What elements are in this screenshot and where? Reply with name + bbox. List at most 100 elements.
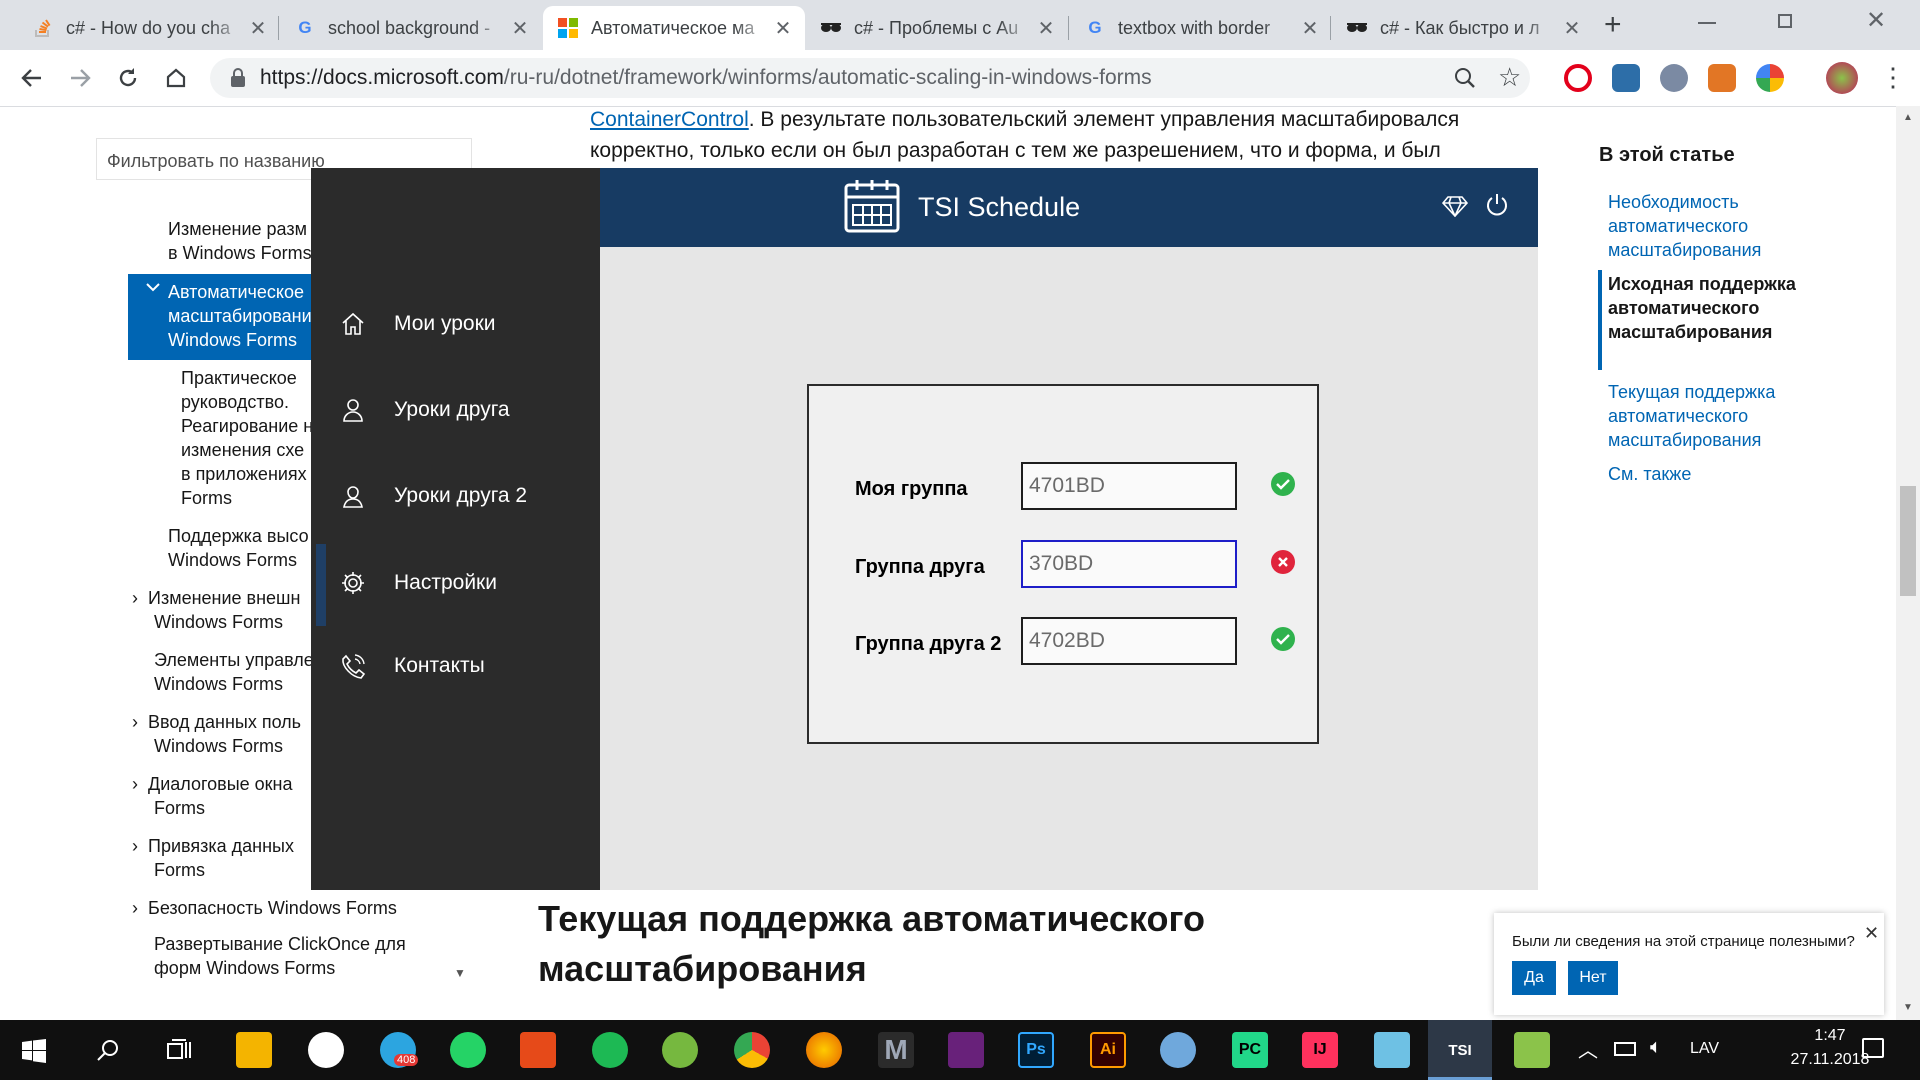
feedback-no-button[interactable]: Нет bbox=[1568, 961, 1618, 995]
page-scrollbar[interactable]: ▲ ▼ bbox=[1896, 106, 1920, 1020]
browser-tab[interactable]: c# - How do you cha ✕ bbox=[18, 6, 280, 50]
chrome-icon[interactable] bbox=[734, 1032, 770, 1068]
friend-group-2-input[interactable]: 4702BD bbox=[1021, 617, 1237, 665]
intellij-icon[interactable]: IJ bbox=[1302, 1032, 1338, 1068]
minimize-button[interactable] bbox=[1698, 22, 1716, 24]
address-bar[interactable]: https://docs.microsoft.com/ru-ru/dotnet/… bbox=[210, 58, 1530, 98]
toc-item[interactable]: › Изменение внешн Windows Forms bbox=[132, 586, 300, 634]
diamond-icon[interactable] bbox=[1442, 195, 1468, 217]
search-icon[interactable] bbox=[96, 1038, 120, 1062]
photoshop-icon[interactable]: Ps bbox=[1018, 1032, 1054, 1068]
menu-item-contacts[interactable]: Контакты bbox=[311, 626, 600, 706]
notes-icon[interactable] bbox=[1374, 1032, 1410, 1068]
toc-item[interactable]: Элементы управле Windows Forms bbox=[154, 648, 314, 696]
person-alt-icon bbox=[338, 481, 368, 511]
telegram-icon[interactable]: 408 bbox=[380, 1032, 419, 1068]
new-tab-button[interactable]: + bbox=[1604, 8, 1622, 42]
volume-icon[interactable]: 🔈︎ bbox=[1650, 1036, 1662, 1059]
browser-tab[interactable]: G school background - ✕ bbox=[280, 6, 542, 50]
home-button[interactable] bbox=[158, 60, 194, 96]
feedback-question: Были ли сведения на этой странице полезн… bbox=[1512, 933, 1855, 950]
zoom-icon[interactable] bbox=[1454, 67, 1476, 89]
whatsapp-icon[interactable] bbox=[450, 1032, 486, 1068]
in-article-link[interactable]: Необходимость автоматического масштабиро… bbox=[1608, 190, 1818, 262]
tsi-schedule-window: Мои уроки Уроки друга Уроки друга 2 Наст… bbox=[311, 168, 1538, 890]
in-article-link[interactable]: См. также bbox=[1608, 462, 1818, 486]
app-icon[interactable] bbox=[1514, 1032, 1550, 1068]
windows-start-icon[interactable] bbox=[22, 1039, 46, 1063]
menu-kebab-icon[interactable]: ⋮ bbox=[1880, 62, 1906, 93]
metamask-icon[interactable] bbox=[1708, 64, 1736, 92]
firefox-icon[interactable] bbox=[806, 1032, 842, 1068]
scroll-up-arrow[interactable]: ▲ bbox=[1903, 112, 1913, 123]
toc-item[interactable]: Развертывание ClickOnce для форм Windows … bbox=[154, 932, 406, 980]
battery-icon[interactable] bbox=[1614, 1042, 1636, 1056]
scroll-down-arrow[interactable]: ▼ bbox=[1903, 1002, 1913, 1013]
browser-tab[interactable]: c# - Проблемы с Au ✕ bbox=[806, 6, 1068, 50]
browser-tab-active[interactable]: Автоматическое ма ✕ bbox=[543, 6, 805, 50]
feedback-yes-button[interactable]: Да bbox=[1512, 961, 1556, 995]
menu-item-label: Контакты bbox=[394, 654, 485, 677]
tsi-taskbar-button[interactable]: TSI bbox=[1428, 1020, 1492, 1080]
in-article-link-active[interactable]: Исходная поддержка автоматического масшт… bbox=[1608, 272, 1818, 344]
ccleaner-icon[interactable] bbox=[520, 1032, 556, 1068]
mendeley-icon[interactable]: M bbox=[878, 1032, 914, 1068]
opera-icon[interactable] bbox=[1564, 64, 1592, 92]
close-tab-icon[interactable]: ✕ bbox=[246, 16, 270, 41]
section-heading: Текущая поддержка автоматического масштаб… bbox=[538, 898, 1205, 989]
scroll-down-arrow[interactable]: ▼ bbox=[454, 966, 466, 980]
browser-tab[interactable]: G textbox with border ✕ bbox=[1070, 6, 1332, 50]
pycharm-icon[interactable]: PC bbox=[1232, 1032, 1268, 1068]
file-explorer-icon[interactable] bbox=[236, 1032, 272, 1068]
lock-icon bbox=[231, 68, 245, 87]
toc-subitem[interactable]: Практическое руководство. Реагирование н из… bbox=[181, 366, 313, 510]
close-tab-icon[interactable]: ✕ bbox=[508, 16, 532, 41]
check-icon bbox=[1271, 627, 1295, 651]
scrollbar-thumb[interactable] bbox=[1900, 486, 1916, 596]
toc-item[interactable]: › Ввод данных поль Windows Forms bbox=[132, 710, 301, 758]
bookmark-star-icon[interactable]: ☆ bbox=[1498, 62, 1521, 93]
close-feedback-icon[interactable]: ✕ bbox=[1864, 923, 1879, 944]
in-article-title: В этой статье bbox=[1599, 144, 1735, 166]
in-article-link[interactable]: Текущая поддержка автоматического масшта… bbox=[1608, 380, 1818, 452]
paint-icon[interactable] bbox=[308, 1032, 344, 1068]
menu-item-friend-lessons-2[interactable]: Уроки друга 2 bbox=[311, 456, 600, 536]
avatar[interactable] bbox=[1826, 62, 1858, 94]
close-tab-icon[interactable]: ✕ bbox=[1298, 16, 1322, 41]
spotify-icon[interactable] bbox=[592, 1032, 628, 1068]
close-tab-icon[interactable]: ✕ bbox=[1560, 16, 1584, 41]
toc-item[interactable]: › Привязка данных Forms bbox=[132, 834, 294, 882]
friend-group-input[interactable]: 370BD bbox=[1021, 540, 1237, 588]
close-tab-icon[interactable]: ✕ bbox=[1034, 16, 1058, 41]
action-center-icon[interactable] bbox=[1862, 1038, 1884, 1058]
extension-icon[interactable] bbox=[1660, 64, 1688, 92]
close-tab-icon[interactable]: ✕ bbox=[771, 16, 795, 41]
close-window-button[interactable]: ✕ bbox=[1866, 6, 1886, 35]
extension-icon[interactable] bbox=[1612, 64, 1640, 92]
toc-item[interactable]: Поддержка высо Windows Forms bbox=[168, 524, 309, 572]
browser-tab[interactable]: c# - Как быстро и л ✕ bbox=[1332, 6, 1594, 50]
restore-button[interactable] bbox=[1778, 14, 1792, 28]
browser-toolbar: https://docs.microsoft.com/ru-ru/dotnet/… bbox=[0, 50, 1920, 107]
forward-button[interactable] bbox=[62, 60, 98, 96]
reload-button[interactable] bbox=[110, 60, 146, 96]
back-button[interactable] bbox=[14, 60, 50, 96]
my-group-input[interactable]: 4701BD bbox=[1021, 462, 1237, 510]
illustrator-icon[interactable]: Ai bbox=[1090, 1032, 1126, 1068]
toc-item[interactable]: Изменение разм в Windows Forms bbox=[168, 217, 312, 265]
extension-icon[interactable] bbox=[1756, 64, 1784, 92]
visual-studio-icon[interactable] bbox=[948, 1032, 984, 1068]
utorrent-icon[interactable] bbox=[662, 1032, 698, 1068]
containercontrol-link[interactable]: ContainerControl bbox=[590, 108, 749, 131]
toc-item[interactable]: › Диалоговые окна Forms bbox=[132, 772, 293, 820]
toc-item[interactable]: › Безопасность Windows Forms bbox=[132, 896, 397, 920]
power-icon[interactable] bbox=[1484, 192, 1510, 218]
menu-item-my-lessons[interactable]: Мои уроки bbox=[311, 284, 600, 364]
task-view-icon[interactable] bbox=[166, 1038, 192, 1062]
paint-palette-icon[interactable] bbox=[1160, 1032, 1196, 1068]
menu-item-friend-lessons[interactable]: Уроки друга bbox=[311, 370, 600, 450]
language-indicator[interactable]: LAV bbox=[1690, 1040, 1719, 1058]
menu-item-settings[interactable]: Настройки bbox=[311, 543, 600, 623]
app-header: TSI Schedule bbox=[600, 168, 1538, 247]
tray-expand-icon[interactable]: ︿ bbox=[1578, 1034, 1598, 1063]
